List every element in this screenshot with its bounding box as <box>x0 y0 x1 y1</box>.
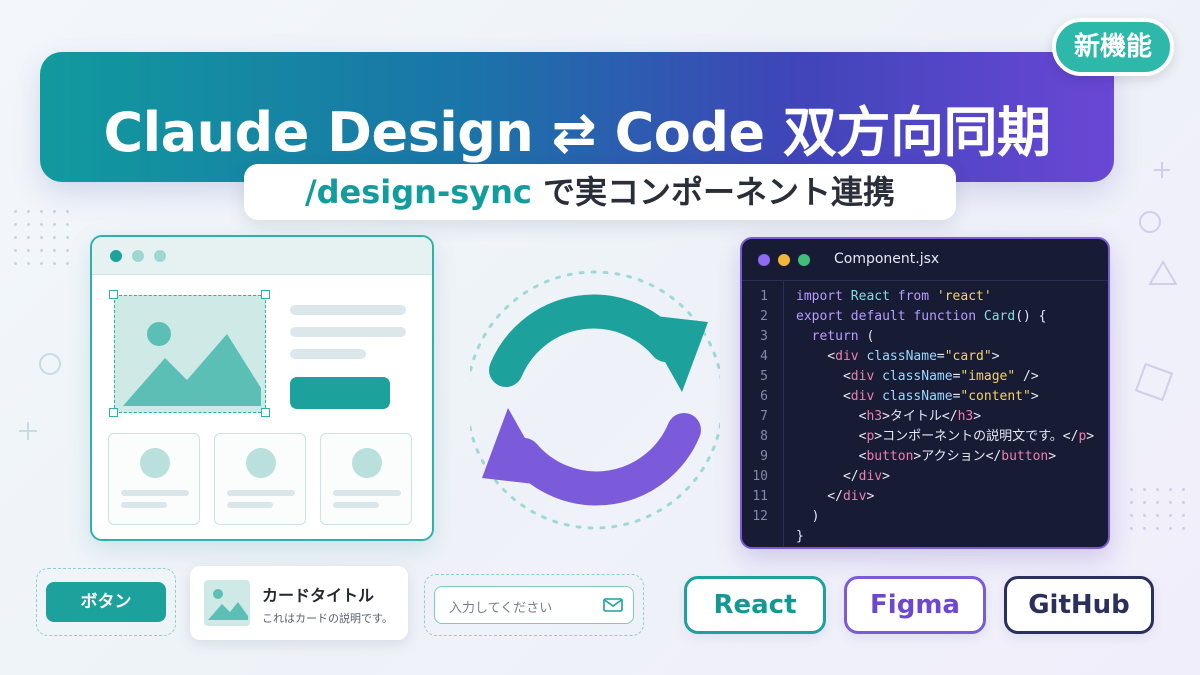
cta-button-placeholder[interactable] <box>290 377 390 409</box>
selected-image-placeholder[interactable] <box>114 295 266 413</box>
text-line <box>290 349 366 359</box>
design-browser-window <box>90 235 434 541</box>
title-banner: Claude Design ⇄ Code 双方向同期 <box>40 52 1114 182</box>
window-dot-icon <box>758 254 770 266</box>
code-line: 10 </div> <box>742 467 1102 487</box>
code-text: ) <box>796 509 820 524</box>
code-text: </div> <box>796 469 890 484</box>
card-description: これはカードの説明です。 <box>262 612 393 625</box>
window-dot-icon <box>132 250 144 262</box>
resize-handle[interactable] <box>261 290 270 299</box>
page-title: Claude Design ⇄ Code 双方向同期 <box>103 101 1051 164</box>
line-number: 1 <box>760 289 768 304</box>
image-icon <box>123 322 261 406</box>
code-text: <button>アクション</button> <box>796 449 1057 464</box>
sync-icon <box>470 270 720 530</box>
line-number: 3 <box>760 329 768 344</box>
code-text: <div className="image" /> <box>796 369 1039 384</box>
editor-filename: Component.jsx <box>834 251 940 267</box>
line-number: 4 <box>760 349 768 364</box>
react-badge: React <box>684 576 826 634</box>
sample-card[interactable]: カードタイトル これはカードの説明です。 <box>190 566 408 640</box>
design-sync-command: /design-sync <box>304 173 532 211</box>
code-line: 11 </div> <box>742 487 1102 507</box>
resize-handle[interactable] <box>109 290 118 299</box>
line-number: 2 <box>760 309 768 324</box>
mail-icon <box>603 598 623 612</box>
new-feature-badge: 新機能 <box>1052 18 1174 76</box>
line-number: 8 <box>760 429 768 444</box>
mini-card <box>214 433 306 525</box>
sample-input-field[interactable]: 入力してください <box>434 586 634 624</box>
code-line: } <box>742 527 1102 547</box>
window-dot-icon <box>778 254 790 266</box>
mini-card <box>320 433 412 525</box>
input-placeholder: 入力してください <box>449 601 553 616</box>
code-text: export default function Card() { <box>796 309 1047 324</box>
code-text: <div className="card"> <box>796 349 1000 364</box>
code-line: 1 import React from 'react' <box>742 287 1102 307</box>
line-number: 6 <box>760 389 768 404</box>
code-line: 9 <button>アクション</button> <box>742 447 1102 467</box>
figma-badge: Figma <box>844 576 986 634</box>
image-icon <box>204 580 250 626</box>
code-text: <h3>タイトル</h3> <box>796 409 982 424</box>
line-number: 7 <box>760 409 768 424</box>
github-badge: GitHub <box>1004 576 1154 634</box>
text-line <box>290 327 406 337</box>
line-number: 5 <box>760 369 768 384</box>
code-line: 6 <div className="content"> <box>742 387 1102 407</box>
code-text: return ( <box>811 329 875 344</box>
code-line: 7 <h3>タイトル</h3> <box>742 407 1102 427</box>
resize-handle[interactable] <box>261 408 270 417</box>
code-editor-window: Component.jsx 1 import React from 'react'… <box>740 237 1110 549</box>
window-dot-icon <box>110 250 122 262</box>
mini-card <box>108 433 200 525</box>
code-text: </div> <box>796 489 875 504</box>
subtitle-pill: /design-sync で実コンポーネント連携 <box>244 164 956 220</box>
code-line: 5 <div className="image" /> <box>742 367 1102 387</box>
browser-titlebar <box>92 237 432 275</box>
code-text: } <box>796 529 804 544</box>
line-number: 10 <box>752 469 768 484</box>
code-line: 12 ) <box>742 507 1102 527</box>
code-line: 2 export default function Card() { <box>742 307 1102 327</box>
code-line: 8 <p>コンポーネントの説明文です。</p> <box>742 427 1102 447</box>
code-line: 4 <div className="card"> <box>742 347 1102 367</box>
code-text: <div className="content"> <box>796 389 1039 404</box>
card-title: カードタイトル <box>262 586 375 605</box>
sample-button[interactable]: ボタン <box>46 582 166 622</box>
window-dot-icon <box>154 250 166 262</box>
line-number: 11 <box>752 489 768 504</box>
text-line <box>290 305 406 315</box>
window-dot-icon <box>798 254 810 266</box>
line-number: 9 <box>760 449 768 464</box>
code-text: <p>コンポーネントの説明文です。</p> <box>796 429 1095 444</box>
line-number: 12 <box>752 509 768 524</box>
editor-titlebar: Component.jsx <box>742 239 1108 281</box>
subtitle-text: で実コンポーネント連携 <box>531 173 896 211</box>
code-text: import React from 'react' <box>796 289 992 304</box>
resize-handle[interactable] <box>109 408 118 417</box>
code-line: 3 return ( <box>742 327 1102 347</box>
